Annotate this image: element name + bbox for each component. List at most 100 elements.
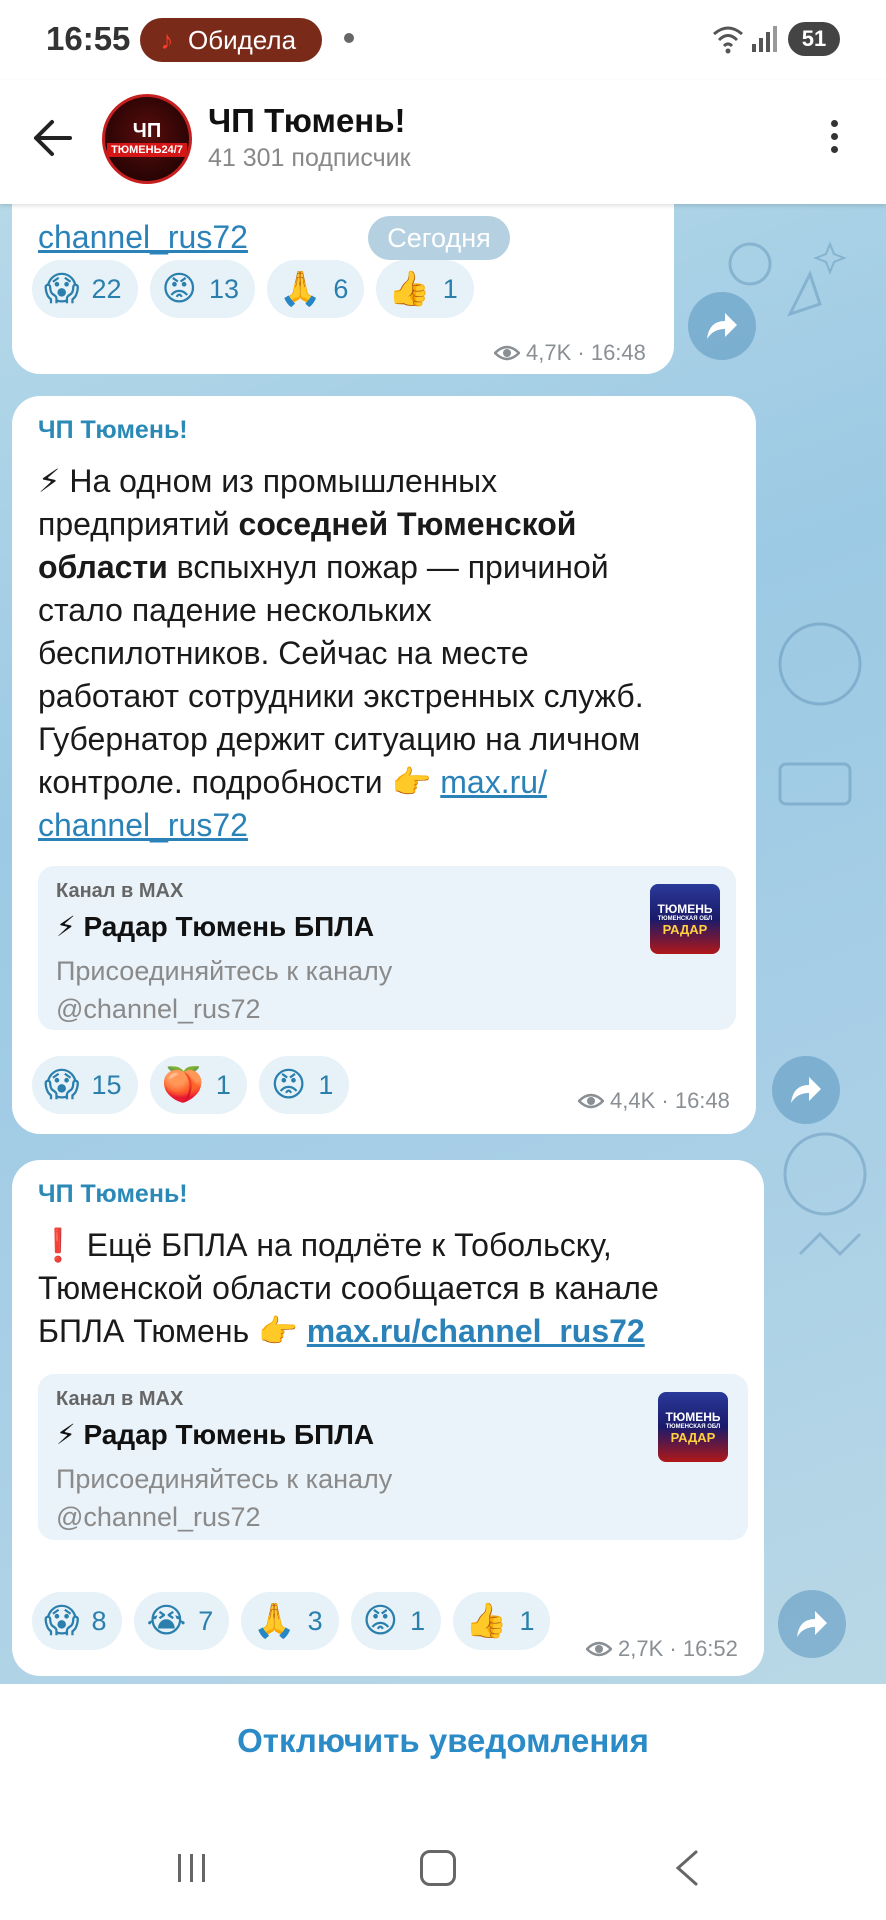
reaction-chip[interactable]: 👍 1 [376,260,474,318]
views-eye-icon [586,1641,612,1657]
media-pill[interactable]: ♪ Обидела [140,18,322,62]
reaction-emoji: 😱 [44,1602,80,1640]
view-count: 2,7K [618,1636,664,1661]
chat-area[interactable]: channel_rus72 😱 22 😡 13 🙏 6 👍 1 4,7K · 16:48… [0,204,886,1684]
preview-desc-line: @channel_rus72 [56,1502,261,1532]
avatar-text-bottom: ТЮМЕНЬ24/7 [107,143,187,157]
preview-description: Присоединяйтесь к каналу @channel_rus72 [56,952,392,1028]
battery-indicator: 51 [788,22,840,56]
recent-apps-icon[interactable] [174,1850,210,1886]
share-arrow-icon [707,313,737,339]
share-button[interactable] [778,1590,846,1658]
nav-back-icon[interactable] [672,1848,700,1888]
message-meta: 2,7K · 16:52 [586,1636,738,1662]
reaction-chip[interactable]: 🍑 1 [149,1056,247,1114]
avatar-text-top: ЧП [132,120,162,142]
channel-title[interactable]: ЧП Тюмень! [208,102,406,140]
share-arrow-icon [797,1611,827,1637]
views-eye-icon [494,345,520,361]
preview-title: ⚡ Радар Тюмень БПЛА [56,911,375,942]
reaction-count: 13 [208,273,239,304]
reaction-chip[interactable]: 😱 15 [32,1056,138,1114]
mute-notifications-button[interactable]: Отключить уведомления [237,1722,649,1760]
share-button[interactable] [772,1056,840,1124]
view-count: 4,7K [526,340,572,365]
status-bar: 16:55 ♪ Обидела 51 [0,0,886,80]
reaction-count: 3 [307,1605,323,1636]
preview-site: Канал в MAX [56,880,184,902]
reaction-emoji: 😡 [161,270,197,308]
reaction-count: 7 [198,1605,214,1636]
text-line: БПЛА Тюмень 👉 [38,1313,307,1349]
bottom-action-bar: Отключить уведомления [0,1684,886,1824]
reaction-emoji: 😱 [44,1066,80,1104]
chat-header: ЧП ТЮМЕНЬ24/7 ЧП Тюмень! 41 301 подписчи… [0,80,886,204]
reaction-chip[interactable]: 😡 13 [149,260,255,318]
system-nav-bar [0,1824,886,1920]
home-icon[interactable] [420,1850,456,1886]
lightning-icon: ⚡ [38,463,61,499]
notification-dot-icon [344,33,354,43]
reaction-count: 8 [91,1605,107,1636]
share-button[interactable] [688,292,756,360]
message-link[interactable]: max.ru/ [440,764,547,800]
message-link[interactable]: channel_rus72 [38,807,248,843]
view-count: 4,4K [610,1088,656,1113]
reaction-emoji: 😡 [270,1066,307,1104]
text-bold: соседней Тюменской [238,506,577,542]
message-time: 16:52 [682,1636,738,1661]
reaction-emoji: 🍑 [161,1066,204,1104]
message-bubble[interactable]: ЧП Тюмень! ⚡ На одном из промышленных пр… [12,396,756,1134]
thumb-text: ТЮМЕНЬ [657,901,713,916]
message-link[interactable]: channel_rus72 [38,219,248,255]
preview-desc-line: Присоединяйтесь к каналу [56,1464,393,1494]
thumb-text: ТЮМЕНЬ [665,1409,721,1424]
preview-thumbnail: ТЮМЕНЬ ТЮМЕНСКАЯ ОБЛ РАДАР [658,1392,728,1462]
reaction-chip[interactable]: 🙏 3 [241,1592,339,1650]
message-bubble[interactable]: channel_rus72 😱 22 😡 13 🙏 6 👍 1 4,7K · 16:48 [12,204,674,374]
reactions-row: 😱 22 😡 13 🙏 6 👍 1 [32,260,474,318]
message-text: ⚡ На одном из промышленных предприятий с… [38,460,758,847]
preview-site: Канал в MAX [56,1388,184,1410]
link-preview[interactable]: Канал в MAX ⚡ Радар Тюмень БПЛА Присоеди… [38,866,736,1030]
reaction-count: 1 [410,1605,426,1636]
sender-name[interactable]: ЧП Тюмень! [38,1180,188,1209]
preview-description: Присоединяйтесь к каналу @channel_rus72 [56,1460,392,1536]
message-bubble[interactable]: ЧП Тюмень! ❗ Ещё БПЛА на подлёте к Тобол… [12,1160,764,1676]
text-bold: области [38,549,168,585]
reaction-count: 15 [91,1069,122,1100]
channel-avatar[interactable]: ЧП ТЮМЕНЬ24/7 [102,94,192,184]
text-line: Тюменской области сообщается в канале [38,1270,659,1306]
views-eye-icon [578,1093,604,1109]
preview-desc-line: @channel_rus72 [56,994,261,1024]
reaction-chip[interactable]: 👍 1 [453,1592,551,1650]
message-text: channel_rus72 [38,216,248,259]
text-line: предприятий [38,506,239,542]
reaction-count: 1 [215,1069,231,1100]
message-meta: 4,4K · 16:48 [578,1088,730,1114]
text-line: беспилотников. Сейчас на месте [38,635,529,671]
message-text: ❗ Ещё БПЛА на подлёте к Тобольску, Тюмен… [38,1224,768,1353]
text-line: Губернатор держит ситуацию на личном [38,721,641,757]
reaction-chip[interactable]: 😡 1 [258,1056,350,1114]
back-arrow-icon[interactable] [30,116,74,160]
message-time: 16:48 [674,1088,730,1113]
reaction-emoji: 👍 [465,1602,508,1640]
reaction-chip[interactable]: 😭 7 [134,1592,230,1650]
link-preview[interactable]: Канал в MAX ⚡ Радар Тюмень БПЛА Присоеди… [38,1374,748,1540]
more-menu-icon[interactable] [822,114,846,170]
text-line: работают сотрудники экстренных служб. [38,678,644,714]
date-separator: Сегодня [368,216,510,260]
sender-name[interactable]: ЧП Тюмень! [38,416,188,445]
status-time: 16:55 [46,20,131,57]
message-link[interactable]: max.ru/channel_rus72 [307,1313,645,1349]
reaction-chip[interactable]: 🙏 6 [267,260,365,318]
reactions-row: 😱 15 🍑 1 😡 1 [32,1056,350,1114]
preview-thumbnail: ТЮМЕНЬ ТЮМЕНСКАЯ ОБЛ РАДАР [650,884,720,954]
reaction-chip[interactable]: 😱 8 [32,1592,123,1650]
text-line: На одном из промышленных [69,463,498,499]
reaction-chip[interactable]: 😱 22 [32,260,138,318]
reaction-chip[interactable]: 😡 1 [350,1592,442,1650]
preview-title: ⚡ Радар Тюмень БПЛА [56,1419,375,1450]
reaction-count: 6 [333,273,349,304]
